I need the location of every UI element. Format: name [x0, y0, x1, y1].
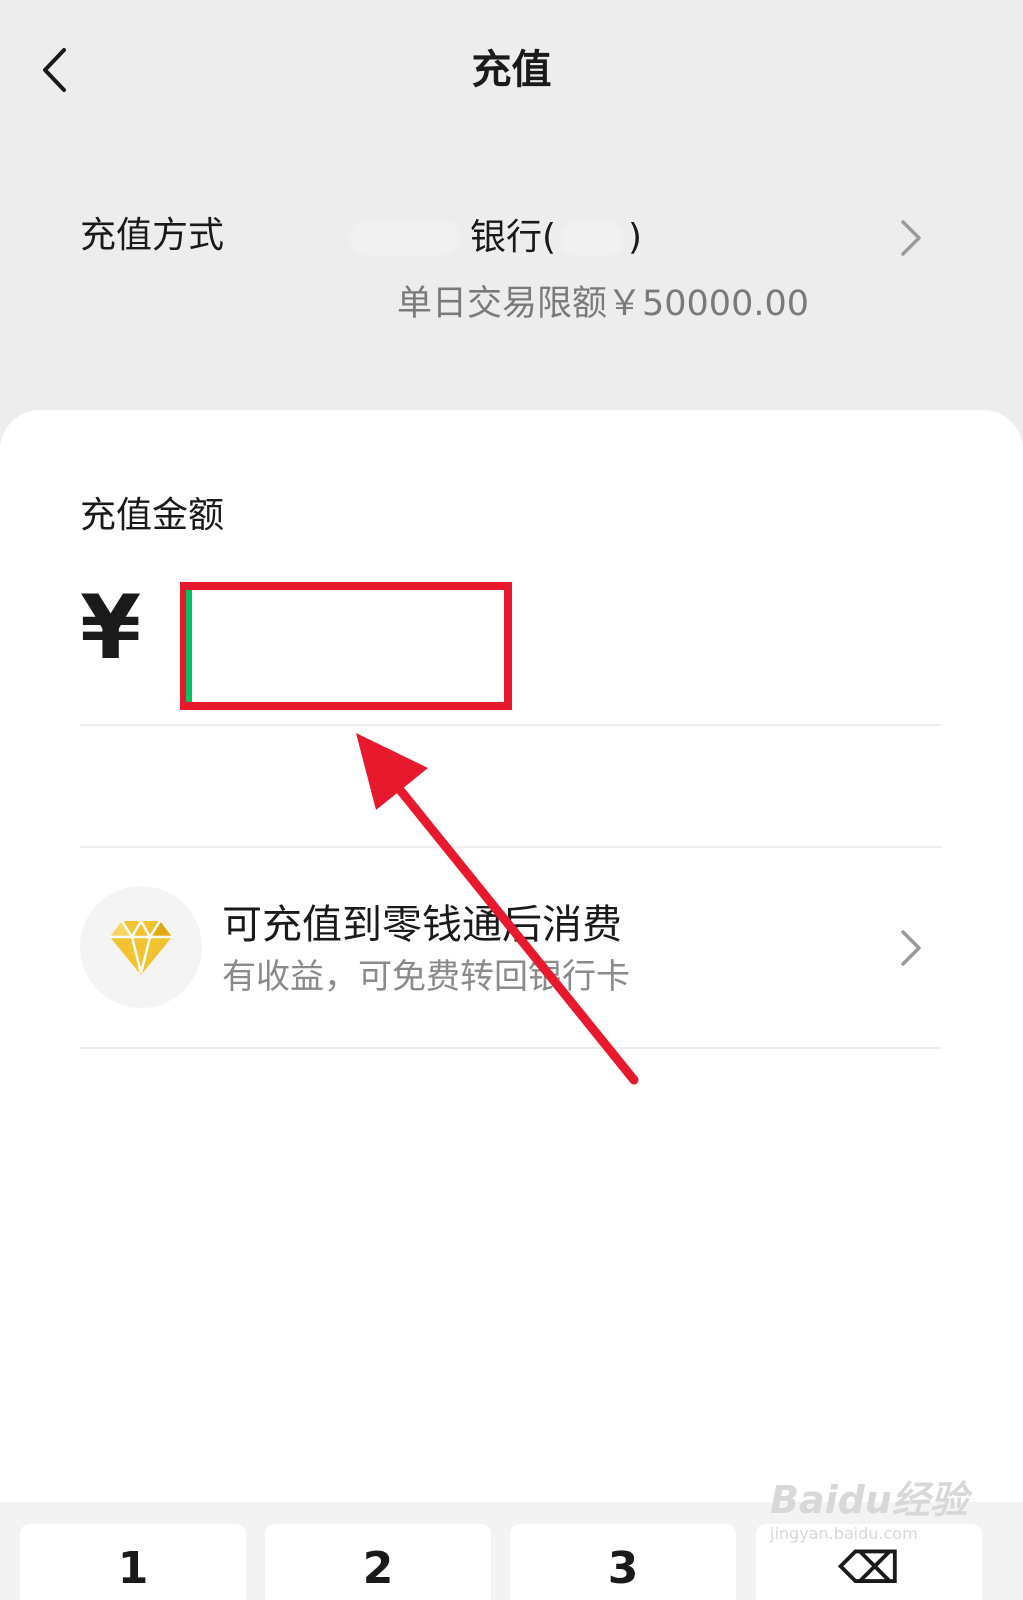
- key-2[interactable]: 2: [265, 1524, 491, 1600]
- payment-method-bank[interactable]: 银行( ): [350, 214, 642, 262]
- currency-symbol: ¥: [80, 576, 142, 679]
- key-1[interactable]: 1: [20, 1524, 246, 1600]
- chevron-right-icon[interactable]: [898, 218, 924, 258]
- bank-name-tail: ): [628, 217, 643, 258]
- bank-name-redacted: [350, 220, 460, 256]
- number-keypad: 1 2 3 ⌫: [0, 1502, 1023, 1600]
- promo-title: 可充值到零钱通后消费: [222, 902, 622, 948]
- page-title: 充值: [471, 47, 552, 93]
- amount-label: 充值金额: [80, 495, 225, 536]
- divider: [80, 1047, 942, 1049]
- amount-input[interactable]: [180, 582, 512, 710]
- change-wallet-promo-row[interactable]: 可充值到零钱通后消费 有收益，可免费转回银行卡: [80, 866, 942, 1026]
- divider: [80, 846, 942, 848]
- promo-subtitle: 有收益，可免费转回银行卡: [222, 957, 630, 997]
- key-delete[interactable]: ⌫: [756, 1524, 982, 1600]
- diamond-icon: [110, 918, 172, 975]
- card-number-redacted: [560, 220, 625, 256]
- chevron-right-icon: [901, 930, 921, 966]
- key-3[interactable]: 3: [510, 1524, 736, 1600]
- input-caret: [186, 590, 192, 702]
- daily-limit-text: 单日交易限额￥50000.00: [397, 284, 810, 324]
- nav-bar: 充值: [0, 0, 1023, 140]
- diamond-badge: [80, 886, 202, 1008]
- payment-method-label: 充值方式: [80, 215, 225, 256]
- divider: [80, 724, 942, 726]
- bank-name-text: 银行(: [470, 217, 557, 258]
